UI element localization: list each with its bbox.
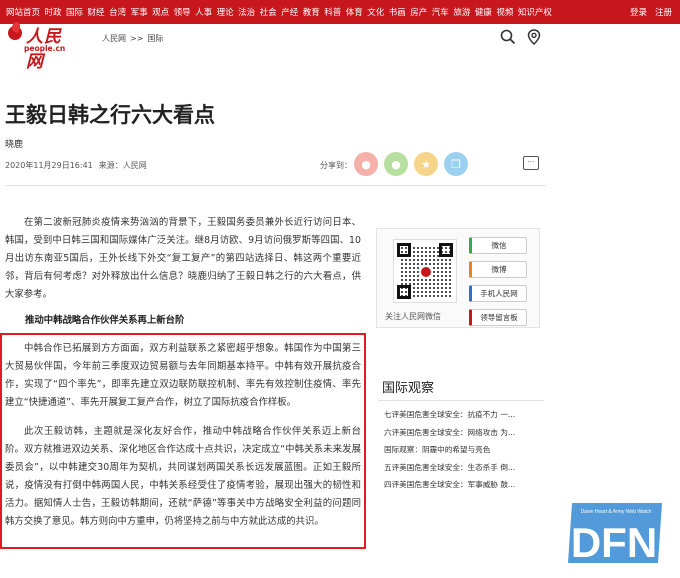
top-nav-bar: 网站首页 时政 国际 财经 台湾 军事 观点 领导 人事 理论 法治 社会 产经 教育 科普 体育 文化 书画 房产…: [0, 0, 680, 24]
guoji-section-title: 国际观察: [382, 381, 435, 396]
share-favorite-star-icon[interactable]: ★: [414, 152, 438, 176]
share-copy-icon[interactable]: ❐: [444, 152, 468, 176]
share-label: 分享到：: [320, 161, 352, 170]
guoji-list-item[interactable]: 国际观察：阴霾中的希望与亮色: [384, 441, 544, 459]
location-pin-icon[interactable]: [525, 28, 543, 46]
breadcrumb: 人民网 >> 国际: [102, 33, 167, 44]
leader-message-board-button[interactable]: 领导留言板: [469, 309, 527, 326]
register-link[interactable]: 注册: [655, 6, 672, 18]
top-nav-item[interactable]: 人事: [195, 6, 212, 18]
qr-logo: [419, 265, 433, 279]
top-nav-item[interactable]: 台湾: [109, 6, 126, 18]
top-nav-item[interactable]: 科普: [324, 6, 341, 18]
article-subheading: 推动中韩战略合作伙伴关系再上新台阶: [25, 315, 185, 326]
top-nav-item[interactable]: 网站首页: [6, 6, 40, 18]
guoji-list-item[interactable]: 七评美国危害全球安全：抗疫不力 一...: [384, 406, 544, 424]
top-nav-item[interactable]: 汽车: [432, 6, 449, 18]
top-nav-item[interactable]: 社会: [260, 6, 277, 18]
top-nav-item[interactable]: 体育: [346, 6, 363, 18]
qr-corner: [397, 243, 411, 257]
guoji-list-item[interactable]: 五评美国危害全球安全：生态杀手 倒...: [384, 459, 544, 477]
article-source: 来源：人民网: [98, 161, 147, 170]
top-nav-item[interactable]: 视频: [496, 6, 513, 18]
top-nav-item[interactable]: 财经: [88, 6, 105, 18]
auth-links: 登录 注册: [622, 0, 672, 24]
comment-icon[interactable]: ···: [523, 156, 539, 170]
qr-label: 关注人民网微信: [385, 312, 441, 321]
article-paragraph-2: 中韩合作已拓展到方方面面，双方利益联系之紧密超乎想象。韩国作为中国第三大贸易伙伴…: [5, 343, 361, 408]
qr-corner: [397, 285, 411, 299]
top-nav-item[interactable]: 理论: [217, 6, 234, 18]
share-wechat-icon[interactable]: ●: [384, 152, 408, 176]
logo-mark: [8, 26, 22, 40]
mobile-site-button[interactable]: 手机人民网: [469, 285, 527, 302]
top-nav-item[interactable]: 书画: [389, 6, 406, 18]
publish-datetime: 2020年11月29日16:41: [5, 161, 93, 170]
qr-corner: [439, 243, 453, 257]
article-paragraph-3: 此次王毅访韩，主题就是深化友好合作，推动中韩战略合作伙伴关系迈上新台阶。双方就推…: [5, 426, 361, 527]
top-nav-item[interactable]: 时政: [45, 6, 62, 18]
breadcrumb-section[interactable]: 国际: [147, 34, 163, 43]
share-weibo-icon[interactable]: ●: [354, 152, 378, 176]
top-nav-item[interactable]: 知识产权: [518, 6, 552, 18]
qr-code: [393, 239, 457, 303]
article-author: 晓鹿: [5, 140, 24, 150]
login-link[interactable]: 登录: [630, 6, 647, 18]
logo-url: people.cn: [24, 44, 66, 53]
search-icon[interactable]: [499, 28, 517, 46]
watermark-text: DFN: [571, 519, 657, 566]
top-nav-item[interactable]: 房产: [410, 6, 427, 18]
site-logo[interactable]: 人民网 people.cn: [8, 24, 78, 72]
guoji-list-item[interactable]: 六评美国危害全球安全：网络攻击 为...: [384, 424, 544, 442]
top-nav-item[interactable]: 观点: [152, 6, 169, 18]
top-nav-item[interactable]: 产经: [281, 6, 298, 18]
section-divider: [378, 400, 544, 401]
divider: [5, 185, 546, 186]
top-nav-links: 网站首页 时政 国际 财经 台湾 军事 观点 领导 人事 理论 法治 社会 产经 教育 科普 体育 文化 书画 房产…: [6, 0, 556, 24]
top-nav-item[interactable]: 旅游: [453, 6, 470, 18]
top-nav-item[interactable]: 健康: [475, 6, 492, 18]
breadcrumb-separator: >>: [130, 34, 144, 43]
top-nav-item[interactable]: 国际: [66, 6, 83, 18]
article-paragraph-1: 在第二波新冠肺炎疫情来势汹汹的背景下，王毅国务委员兼外长近行访问日本、韩国，受到…: [5, 217, 361, 300]
article-meta: 2020年11月29日16:41 来源：人民网: [5, 160, 153, 171]
top-nav-item[interactable]: 法治: [238, 6, 255, 18]
breadcrumb-home[interactable]: 人民网: [102, 34, 126, 43]
guoji-list-item[interactable]: 四评美国危害全球安全：军事威胁 鼓...: [384, 476, 544, 494]
top-nav-item[interactable]: 军事: [131, 6, 148, 18]
weibo-button[interactable]: 微博: [469, 261, 527, 278]
follow-box: 关注人民网微信 微信 微博 手机人民网 领导留言板: [376, 228, 540, 328]
article-title: 王毅日韩之行六大看点: [5, 103, 215, 127]
top-nav-item[interactable]: 文化: [367, 6, 384, 18]
top-nav-item[interactable]: 教育: [303, 6, 320, 18]
dfn-watermark-logo: DFN Dawn Heart & Army Web Watch: [568, 503, 662, 566]
watermark-tagline: Dawn Heart & Army Web Watch: [581, 509, 652, 515]
guoji-article-list: 七评美国危害全球安全：抗疫不力 一... 六评美国危害全球安全：网络攻击 为...…: [384, 406, 544, 494]
wechat-button[interactable]: 微信: [469, 237, 527, 254]
top-nav-item[interactable]: 领导: [174, 6, 191, 18]
